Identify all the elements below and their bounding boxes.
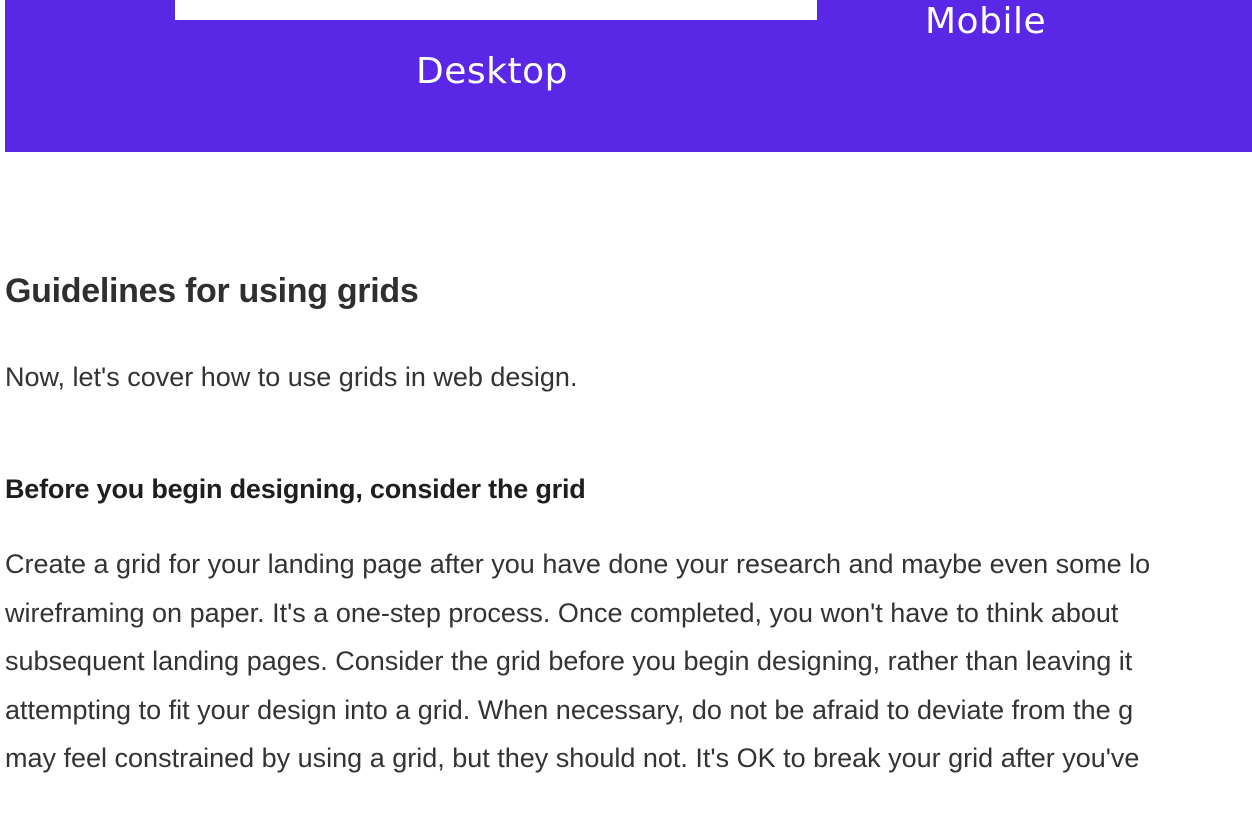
subheading: Before you begin designing, consider the… [5,474,586,504]
article-content: Guidelines for using grids Now, let's co… [5,0,1252,840]
paragraph-line: subsequent landing pages. Consider the g… [5,646,1133,676]
paragraph-line: wireframing on paper. It's a one-step pr… [5,597,1119,628]
paragraph-line: may feel constrained by using a grid, bu… [5,743,1140,773]
paragraph-line: Create a grid for your landing page afte… [5,549,1151,579]
body-paragraph: Create a grid for your landing page afte… [5,540,1252,783]
intro-text: Now, let's cover how to use grids in web… [5,362,578,392]
section-title: Guidelines for using grids [5,272,419,310]
paragraph-line: attempting to fit your design into a gri… [5,694,1134,725]
